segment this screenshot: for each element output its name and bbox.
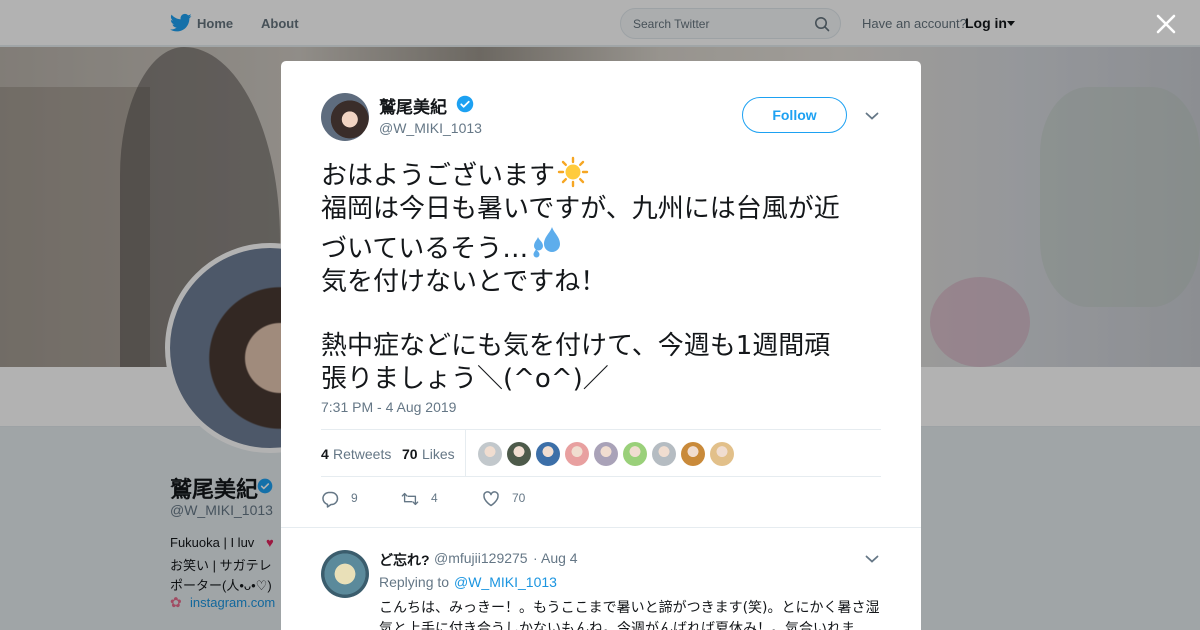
tweet-text: おはようございます 福岡は今日も暑いですが、九州には台風が近 づいているそう… … xyxy=(321,156,886,395)
tweet-text-line: づいているそう… xyxy=(321,225,886,266)
tweet-text-spacer xyxy=(321,298,886,330)
liker-avatar[interactable] xyxy=(507,442,531,466)
liker-avatar[interactable] xyxy=(478,442,502,466)
separator-dot: · xyxy=(533,550,538,566)
close-icon[interactable] xyxy=(1155,13,1177,35)
reply-author-handle[interactable]: @mfujii129275 xyxy=(434,550,528,566)
tweet-stats: 4 Retweets 70 Likes xyxy=(321,429,881,477)
heart-icon[interactable] xyxy=(482,490,500,508)
likes-label[interactable]: Likes xyxy=(422,446,455,462)
tweet-modal: 鷲尾美紀 @W_MIKI_1013 Follow おはようございます 福岡は今日… xyxy=(281,61,921,630)
stats-divider xyxy=(465,430,466,476)
tweet-text-segment: づいているそう… xyxy=(321,234,529,264)
replying-to-handle[interactable]: @W_MIKI_1013 xyxy=(454,574,557,590)
retweet-icon[interactable] xyxy=(401,490,419,508)
reply-author-name[interactable]: ど忘れ? xyxy=(379,550,430,570)
reply-text: こんちは、みっきー！。もうここまで暑いと諦がつきます(笑)。とにかく暑さ湿気と上… xyxy=(379,600,880,630)
reply-count: 9 xyxy=(351,491,358,505)
tweet-text-segment: おはようございます xyxy=(321,161,556,191)
liker-avatar[interactable] xyxy=(536,442,560,466)
tweet-text-line: 張りましょう＼(^o^)／ xyxy=(321,363,609,394)
chevron-down-icon[interactable] xyxy=(865,111,879,121)
like-count: 70 xyxy=(512,491,526,505)
liker-avatar[interactable] xyxy=(710,442,734,466)
liker-avatar[interactable] xyxy=(594,442,618,466)
retweets-label[interactable]: Retweets xyxy=(333,446,391,462)
liker-avatar[interactable] xyxy=(652,442,676,466)
tweet-author-handle[interactable]: @W_MIKI_1013 xyxy=(379,120,482,136)
chevron-down-icon[interactable] xyxy=(865,554,879,564)
reply-date[interactable]: Aug 4 xyxy=(541,550,578,566)
retweets-count[interactable]: 4 xyxy=(321,446,329,462)
likes-count[interactable]: 70 xyxy=(402,446,418,462)
liker-avatar[interactable] xyxy=(565,442,589,466)
reply-tweet[interactable]: ど忘れ? @mfujii129275 · Aug 4 Replying to @… xyxy=(281,527,921,630)
replying-to-label: Replying to xyxy=(379,574,450,590)
tweet-text-line: 熱中症などにも気を付けて、今週も1週間頑 xyxy=(321,331,831,361)
follow-button[interactable]: Follow xyxy=(742,97,847,133)
tweet-author-avatar[interactable] xyxy=(321,93,369,141)
liker-avatar[interactable] xyxy=(623,442,647,466)
liker-avatar[interactable] xyxy=(681,442,705,466)
retweet-count: 4 xyxy=(431,491,438,505)
tweet-text-line: 気を付けないとですね！ xyxy=(321,266,607,297)
reply-author-avatar[interactable] xyxy=(321,550,369,598)
tweet-text-line: 福岡は今日も暑いですが、九州には台風が近 xyxy=(321,193,840,224)
reply-icon[interactable] xyxy=(321,490,339,508)
sun-emoji-icon xyxy=(557,156,589,188)
sweat-droplets-icon xyxy=(533,227,561,258)
tweet-author-name[interactable]: 鷲尾美紀 xyxy=(379,93,447,118)
verified-badge-icon xyxy=(456,95,474,113)
tweet-text-line: おはようございます xyxy=(321,156,886,193)
tweet-timestamp[interactable]: 7:31 PM - 4 Aug 2019 xyxy=(321,399,456,415)
